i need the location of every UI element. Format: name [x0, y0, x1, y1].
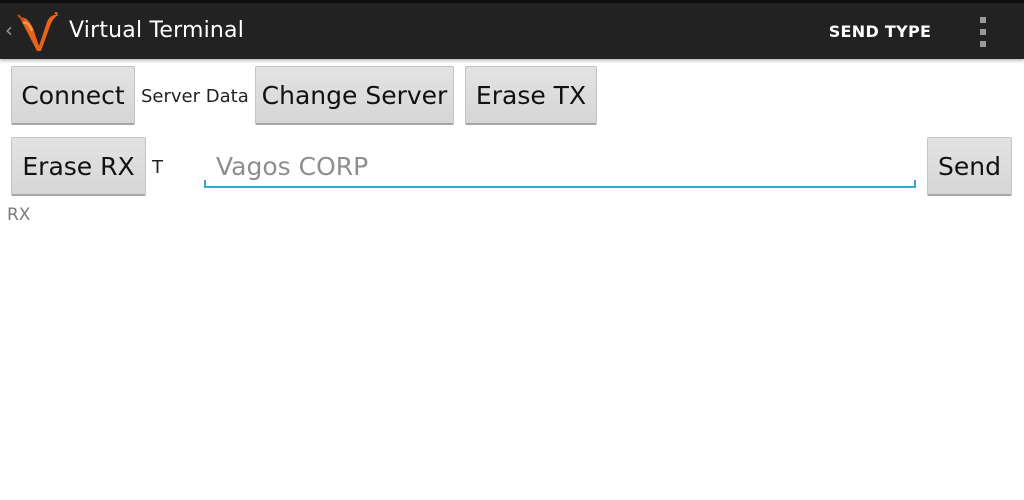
vagos-v-logo-icon: [17, 12, 58, 51]
change-server-button[interactable]: Change Server: [255, 66, 454, 125]
connect-button[interactable]: Connect: [11, 66, 135, 125]
server-data-label: Server Data: [141, 86, 249, 107]
home-up-button[interactable]: ‹ Virtual Terminal: [0, 3, 250, 59]
erase-rx-button[interactable]: Erase RX: [11, 137, 146, 196]
message-input[interactable]: [216, 146, 906, 186]
tx-label: T: [152, 157, 163, 178]
back-chevron-icon: ‹: [5, 18, 13, 42]
send-type-button[interactable]: SEND TYPE: [818, 3, 942, 59]
send-button[interactable]: Send: [927, 137, 1012, 196]
overflow-menu-icon[interactable]: [962, 3, 1006, 59]
action-bar: ‹ Virtual Terminal SEND TYPE: [0, 0, 1024, 59]
erase-tx-button[interactable]: Erase TX: [465, 66, 597, 125]
rx-label: RX: [7, 205, 31, 225]
app-title: Virtual Terminal: [69, 18, 245, 43]
message-field[interactable]: [204, 142, 916, 188]
